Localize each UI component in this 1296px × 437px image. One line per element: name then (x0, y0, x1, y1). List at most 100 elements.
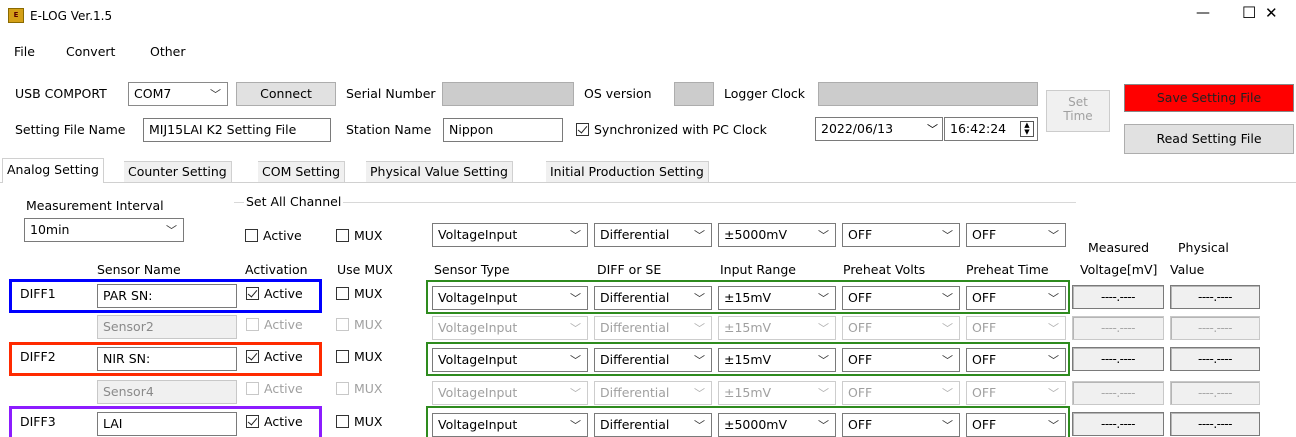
menu-file[interactable]: File (14, 44, 35, 60)
preheat-volts-select[interactable]: OFF ﹀ (842, 381, 960, 405)
setting-file-name-input[interactable]: MIJ15LAI K2 Setting File (143, 118, 331, 142)
set-time-button[interactable]: Set Time (1046, 90, 1110, 132)
header-activation: Activation (245, 262, 308, 277)
usb-comport-value: COM7 (134, 86, 172, 101)
set-all-range-value: ±5000mV (724, 227, 788, 242)
set-all-preheat-time-value: OFF (972, 227, 997, 242)
set-all-active-checkbox[interactable]: Active (245, 228, 302, 246)
menu-convert[interactable]: Convert (66, 44, 115, 60)
chevron-down-icon: ﹀ (166, 224, 177, 237)
set-all-preheat-volts-select[interactable]: OFF ﹀ (842, 223, 960, 247)
set-all-diff-select[interactable]: Differential ﹀ (594, 223, 712, 247)
setting-file-name-label: Setting File Name (15, 122, 126, 137)
header-measured-line2: Voltage[mV] (1080, 262, 1158, 277)
spinner-icon[interactable]: ▲ ▼ (1020, 121, 1034, 137)
measurement-interval-label: Measurement Interval (26, 198, 164, 213)
date-picker[interactable]: 2022/06/13 ﹀ (815, 117, 943, 141)
set-time-label-line1: Set (1068, 95, 1088, 109)
mux-label: MUX (354, 317, 383, 332)
time-stepper[interactable]: 16:42:24 ▲ ▼ (944, 117, 1038, 141)
tab-counter-setting[interactable]: Counter Setting (124, 161, 232, 182)
diff2-highlight-outline (9, 342, 322, 376)
station-name-label: Station Name (346, 122, 432, 137)
sensor-type-select[interactable]: VoltageInput ﹀ (432, 316, 588, 340)
sensor-type-select[interactable]: VoltageInput ﹀ (432, 381, 588, 405)
chevron-down-icon: ﹀ (818, 229, 829, 242)
group3-highlight-outline (426, 406, 1070, 437)
header-preheat-volts: Preheat Volts (843, 262, 926, 277)
sensor-name-input[interactable]: Sensor4 (97, 380, 237, 404)
chevron-down-icon: ﹀ (942, 229, 953, 242)
activation-label: Active (264, 381, 303, 396)
sensor-name-input[interactable]: Sensor2 (97, 315, 237, 339)
maximize-icon[interactable]: ☐ (1242, 3, 1256, 22)
measured-voltage-value: ----.---- (1072, 347, 1164, 371)
chevron-down-icon: ﹀ (694, 322, 705, 335)
serial-number-field (442, 82, 574, 106)
save-setting-file-button[interactable]: Save Setting File (1124, 84, 1294, 112)
usb-comport-select[interactable]: COM7 ﹀ (128, 82, 228, 106)
station-name-input[interactable]: Nippon (443, 118, 563, 142)
sync-pc-clock-checkbox[interactable]: Synchronized with PC Clock (576, 122, 767, 140)
physical-value: ----.---- (1170, 316, 1260, 340)
input-range-select[interactable]: ±15mV ﹀ (718, 316, 836, 340)
input-range-select[interactable]: ±15mV ﹀ (718, 381, 836, 405)
chevron-down-icon: ﹀ (210, 88, 221, 101)
mux-checkbox[interactable]: MUX (336, 317, 383, 335)
chevron-down-icon: ﹀ (570, 229, 581, 242)
logger-clock-label: Logger Clock (724, 86, 806, 101)
activation-label: Active (264, 317, 303, 332)
os-version-label: OS version (584, 86, 652, 101)
chevron-down-icon: ﹀ (1048, 322, 1059, 335)
diff-se-select[interactable]: Differential ﹀ (594, 316, 712, 340)
set-all-sensor-type-select[interactable]: VoltageInput ﹀ (432, 223, 588, 247)
chevron-down-icon: ﹀ (1048, 229, 1059, 242)
tab-physical-value-setting[interactable]: Physical Value Setting (366, 161, 513, 182)
date-value: 2022/06/13 (821, 121, 894, 136)
mux-label: MUX (354, 381, 383, 396)
preheat-time-select[interactable]: OFF ﹀ (966, 316, 1066, 340)
read-setting-file-button[interactable]: Read Setting File (1124, 124, 1294, 154)
mux-checkbox[interactable]: MUX (336, 381, 383, 399)
tab-com-setting[interactable]: COM Setting (258, 161, 346, 182)
menu-other[interactable]: Other (150, 44, 186, 60)
set-time-label-line2: Time (1063, 109, 1093, 123)
measured-voltage-value: ----.---- (1072, 381, 1164, 405)
set-all-mux-label: MUX (354, 228, 383, 243)
chevron-down-icon: ﹀ (570, 322, 581, 335)
checkbox-icon (336, 415, 349, 428)
mux-checkbox[interactable]: MUX (336, 414, 383, 432)
chevron-down-icon: ﹀ (818, 387, 829, 400)
set-all-mux-checkbox[interactable]: MUX (336, 228, 383, 246)
tab-initial-production-setting[interactable]: Initial Production Setting (546, 161, 709, 182)
preheat-volts-value: OFF (848, 385, 873, 400)
preheat-volts-select[interactable]: OFF ﹀ (842, 316, 960, 340)
header-preheat-time: Preheat Time (966, 262, 1049, 277)
activation-checkbox[interactable]: Active (246, 317, 303, 335)
preheat-time-value: OFF (972, 385, 997, 400)
set-all-range-select[interactable]: ±5000mV ﹀ (718, 223, 836, 247)
activation-checkbox[interactable]: Active (246, 381, 303, 399)
minimize-icon[interactable]: — (1196, 5, 1210, 21)
input-range-value: ±15mV (724, 320, 772, 335)
preheat-time-value: OFF (972, 320, 997, 335)
checkbox-icon (246, 318, 259, 331)
checkbox-icon (336, 287, 349, 300)
connect-button[interactable]: Connect (236, 82, 336, 106)
header-measured-line1: Measured (1088, 240, 1150, 255)
checkbox-icon (336, 318, 349, 331)
mux-checkbox[interactable]: MUX (336, 286, 383, 304)
set-all-preheat-time-select[interactable]: OFF ﹀ (966, 223, 1066, 247)
chevron-down-icon: ﹀ (694, 387, 705, 400)
set-all-sensor-type-value: VoltageInput (438, 227, 518, 242)
mux-checkbox[interactable]: MUX (336, 349, 383, 367)
diff-se-select[interactable]: Differential ﹀ (594, 381, 712, 405)
tab-analog-setting[interactable]: Analog Setting (2, 158, 104, 183)
preheat-time-select[interactable]: OFF ﹀ (966, 381, 1066, 405)
measurement-interval-select[interactable]: 10min ﹀ (24, 218, 184, 242)
header-sensor-name: Sensor Name (97, 262, 181, 277)
group1-highlight-outline (426, 280, 1070, 314)
sync-pc-clock-label: Synchronized with PC Clock (594, 122, 767, 137)
window-title: E-LOG Ver.1.5 (30, 9, 113, 23)
close-icon[interactable]: ✕ (1265, 4, 1278, 22)
